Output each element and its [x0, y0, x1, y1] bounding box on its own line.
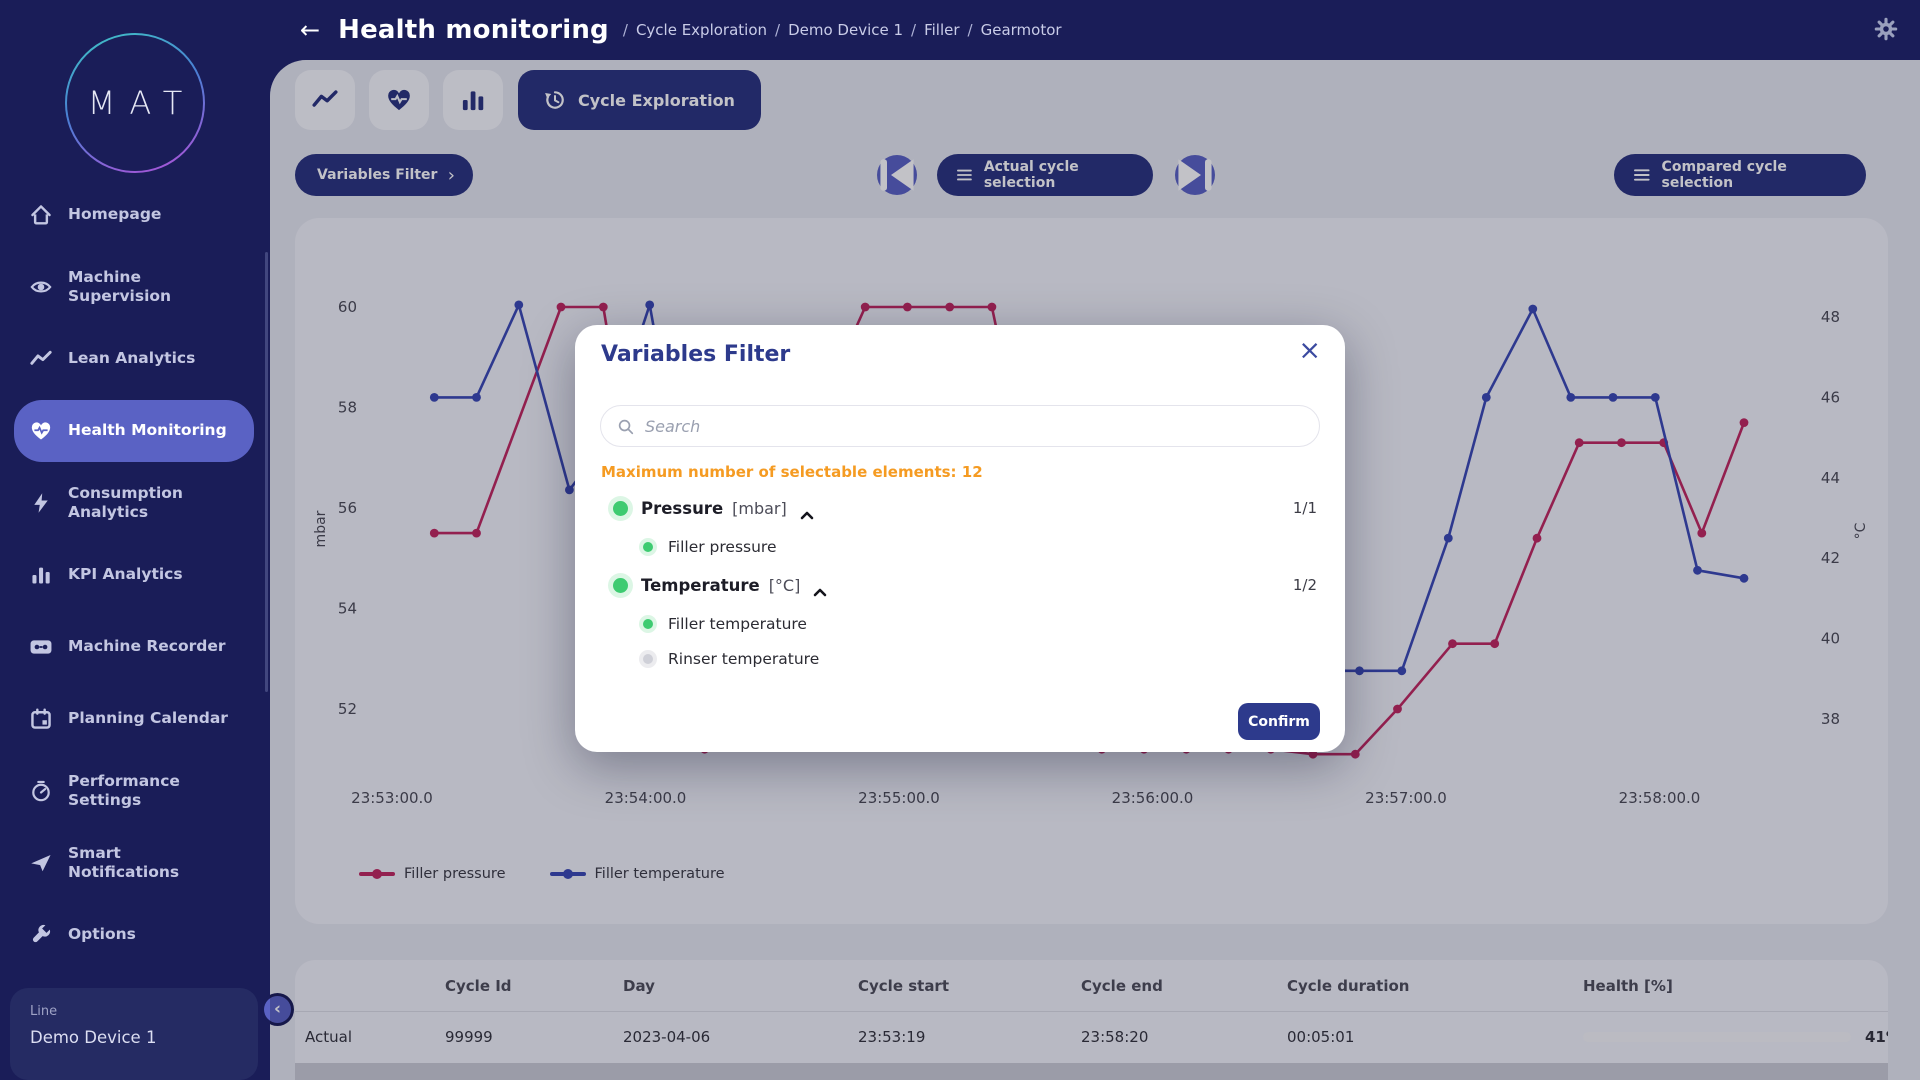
bolt-icon — [30, 492, 52, 514]
breadcrumb-separator: / — [775, 21, 780, 39]
device-card[interactable]: Line Demo Device 1 — [10, 988, 258, 1080]
sidebar-item-homepage[interactable]: Homepage — [0, 179, 270, 251]
search-input[interactable] — [645, 417, 1303, 436]
sidebar-item-label: Homepage — [68, 205, 228, 224]
sidebar-item-label: Health Monitoring — [68, 421, 228, 440]
bar-chart-icon — [30, 564, 52, 586]
group-name: Pressure — [641, 499, 723, 518]
gauge-icon — [30, 780, 52, 802]
chevron-up-icon[interactable] — [800, 505, 814, 514]
option-select-dot[interactable] — [643, 619, 653, 629]
group-unit: [°C] — [769, 576, 801, 595]
variable-group-pressure[interactable]: Pressure [mbar] 1/1 — [601, 487, 1319, 529]
modal-search-box[interactable] — [600, 405, 1320, 447]
breadcrumb-item[interactable]: Demo Device 1 — [788, 21, 903, 39]
variable-option[interactable]: Filler temperature — [601, 606, 1319, 641]
logo-text: MAT — [74, 84, 197, 122]
modal-title: Variables Filter — [601, 342, 790, 367]
sidebar-item-label: Consumption Analytics — [68, 484, 228, 523]
variable-groups: Pressure [mbar] 1/1 Filler pressure Temperat… — [601, 487, 1319, 676]
sidebar-item-label: Machine Supervision — [68, 268, 228, 307]
heart-icon — [30, 420, 52, 442]
option-label: Filler pressure — [668, 538, 777, 556]
page-title: Health monitoring — [338, 15, 609, 45]
sidebar-item-label: Planning Calendar — [68, 709, 228, 728]
sidebar-scrollbar[interactable] — [265, 252, 268, 692]
send-icon — [30, 852, 52, 874]
sidebar-item-consumption-analytics[interactable]: Consumption Analytics — [0, 467, 270, 539]
sidebar-item-smart-notifications[interactable]: Smart Notifications — [0, 827, 270, 899]
variable-group-temperature[interactable]: Temperature [°C] 1/2 — [601, 564, 1319, 606]
group-name: Temperature — [641, 576, 760, 595]
close-icon[interactable]: × — [1298, 337, 1321, 364]
eye-icon — [30, 276, 52, 298]
sidebar-item-machine-supervision[interactable]: Machine Supervision — [0, 251, 270, 323]
app-root: { "header": { "title": "Health monitorin… — [0, 0, 1920, 1080]
sidebar-item-options[interactable]: Options — [0, 899, 270, 971]
sidebar: MAT Homepage Machine Supervision Lean Anal… — [0, 0, 270, 1080]
variable-option[interactable]: Rinser temperature — [601, 641, 1319, 676]
sidebar-item-label: Performance Settings — [68, 772, 228, 811]
sidebar-item-label: Lean Analytics — [68, 349, 228, 368]
device-card-label: Line — [30, 1004, 238, 1019]
breadcrumb-separator: / — [968, 21, 973, 39]
variables-filter-modal: Variables Filter × Maximum number of sel… — [575, 325, 1345, 752]
option-label: Rinser temperature — [668, 650, 819, 668]
breadcrumb-item[interactable]: Filler — [924, 21, 959, 39]
sidebar-item-planning-calendar[interactable]: Planning Calendar — [0, 683, 270, 755]
option-label: Filler temperature — [668, 615, 807, 633]
sidebar-item-label: KPI Analytics — [68, 565, 228, 584]
sidebar-item-lean-analytics[interactable]: Lean Analytics — [0, 323, 270, 395]
sidebar-item-performance-settings[interactable]: Performance Settings — [0, 755, 270, 827]
breadcrumb-separator: / — [623, 21, 628, 39]
mat-logo: MAT — [65, 33, 205, 173]
sidebar-nav: Homepage Machine Supervision Lean Analytic… — [0, 179, 270, 971]
search-icon — [617, 418, 634, 435]
option-select-dot[interactable] — [643, 542, 653, 552]
calendar-icon — [30, 708, 52, 730]
breadcrumb: / Cycle Exploration / Demo Device 1 / Filler /… — [623, 21, 1062, 39]
group-select-dot[interactable] — [613, 578, 628, 593]
wrench-icon — [30, 924, 52, 946]
sidebar-item-label: Smart Notifications — [68, 844, 228, 883]
max-elements-warning: Maximum number of selectable elements: 1… — [601, 463, 983, 481]
breadcrumb-item[interactable]: Cycle Exploration — [636, 21, 767, 39]
breadcrumb-separator: / — [911, 21, 916, 39]
group-select-dot[interactable] — [613, 501, 628, 516]
sidebar-item-label: Machine Recorder — [68, 637, 228, 656]
group-count: 1/2 — [1293, 576, 1319, 594]
variable-option[interactable]: Filler pressure — [601, 529, 1319, 564]
sidebar-item-label: Options — [68, 925, 228, 944]
header: ← Health monitoring / Cycle Exploration / D… — [0, 0, 1920, 60]
gear-icon[interactable] — [1874, 17, 1898, 41]
group-unit: [mbar] — [732, 499, 787, 518]
device-card-value: Demo Device 1 — [30, 1028, 238, 1047]
home-icon — [30, 204, 52, 226]
sidebar-item-machine-recorder[interactable]: Machine Recorder — [0, 611, 270, 683]
back-arrow-icon[interactable]: ← — [300, 16, 320, 44]
chevron-up-icon[interactable] — [813, 582, 827, 591]
sidebar-item-kpi-analytics[interactable]: KPI Analytics — [0, 539, 270, 611]
sidebar-item-health-monitoring[interactable]: Health Monitoring — [0, 395, 270, 467]
recorder-icon — [30, 636, 52, 658]
confirm-button[interactable]: Confirm — [1238, 703, 1320, 740]
option-select-dot[interactable] — [643, 654, 653, 664]
trend-icon — [30, 348, 52, 370]
breadcrumb-item[interactable]: Gearmotor — [981, 21, 1062, 39]
group-count: 1/1 — [1293, 499, 1319, 517]
